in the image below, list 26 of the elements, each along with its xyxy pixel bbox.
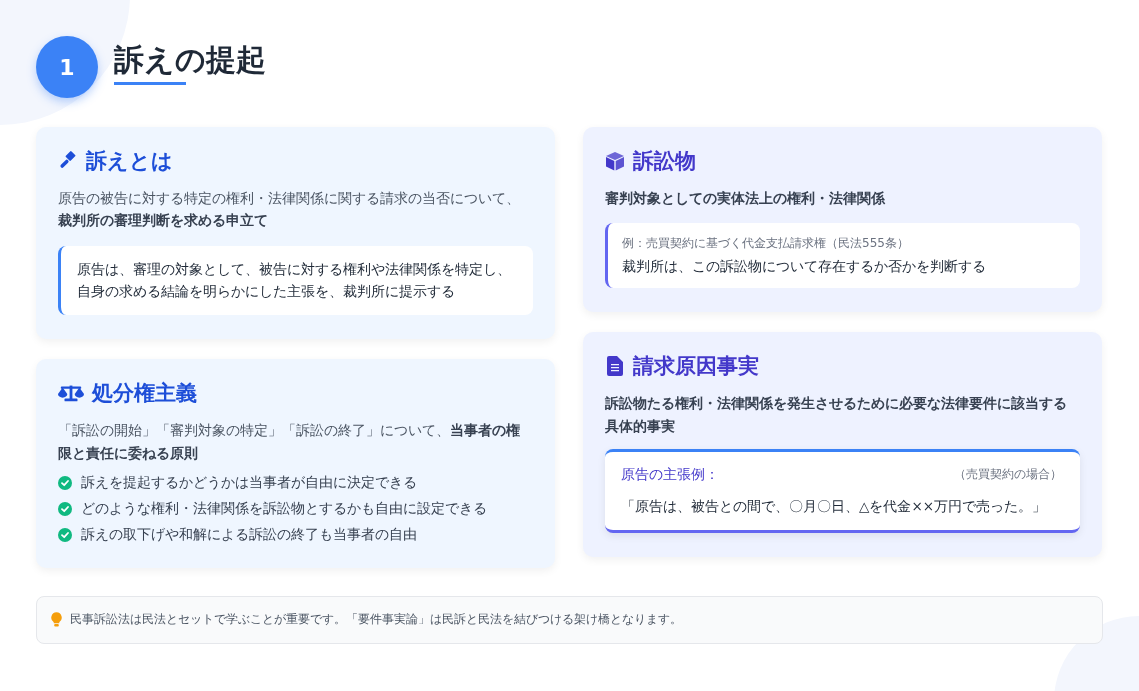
card-description: 訴訟物たる権利・法律関係を発生させるために必要な法律要件に該当する具体的事実 xyxy=(605,394,1068,436)
lightbulb-icon xyxy=(51,612,62,628)
scales-icon xyxy=(58,383,84,404)
card-description: 審判対象としての実体法上の権利・法律関係 xyxy=(605,189,886,208)
check-circle-icon xyxy=(58,475,72,490)
quote-text: 原告は、審理の対象として、被告に対する権利や法律関係を特定し、自身の求める結論を明らかにした主張を、裁判所に提示する xyxy=(77,259,512,302)
card-description: 「訴訟の開始」「審判対象の特定」「訴訟の終了」について、当事者の権限と責任に委ねる原則 xyxy=(58,421,521,463)
check-circle-icon xyxy=(58,527,72,542)
claim-label: 原告の主張例： xyxy=(621,465,719,484)
checklist-item: 訴えを提起するかどうかは当事者が自由に決定できる xyxy=(81,473,417,492)
card-title: 処分権主義 xyxy=(92,380,197,408)
example-text: 裁判所は、この訴訟物について存在するか否かを判断する xyxy=(622,258,987,277)
card-title: 請求原因事実 xyxy=(633,353,759,381)
example-note: 例：売買契約に基づく代金支払請求権（民法555条） xyxy=(622,235,910,253)
tip-text: 民事訴訟法は民法とセットで学ぶことが重要です。「要件事実論」は民訴と民法を結びつける架け橋となります。 xyxy=(70,611,682,629)
checklist-item: 訴えの取下げや和解による訴訟の終了も当事者の自由 xyxy=(81,525,417,544)
claim-text: 「原告は、被告との間で、〇月〇日、△を代金××万円で売った。」 xyxy=(621,497,1047,516)
card-title: 訴えとは xyxy=(86,148,173,175)
checklist-item: どのような権利・法律関係を訴訟物とするかも自由に設定できる xyxy=(81,499,487,518)
claim-context: （売買契約の場合） xyxy=(954,466,1062,484)
gavel-icon xyxy=(58,151,78,171)
card-description: 原告の被告に対する特定の権利・法律関係に関する請求の当否について、裁判所の審理判断を求める申立て xyxy=(58,189,521,231)
card-title: 訴訟物 xyxy=(633,148,696,175)
cube-icon xyxy=(605,151,625,171)
document-icon xyxy=(605,356,625,377)
check-circle-icon xyxy=(58,501,72,516)
